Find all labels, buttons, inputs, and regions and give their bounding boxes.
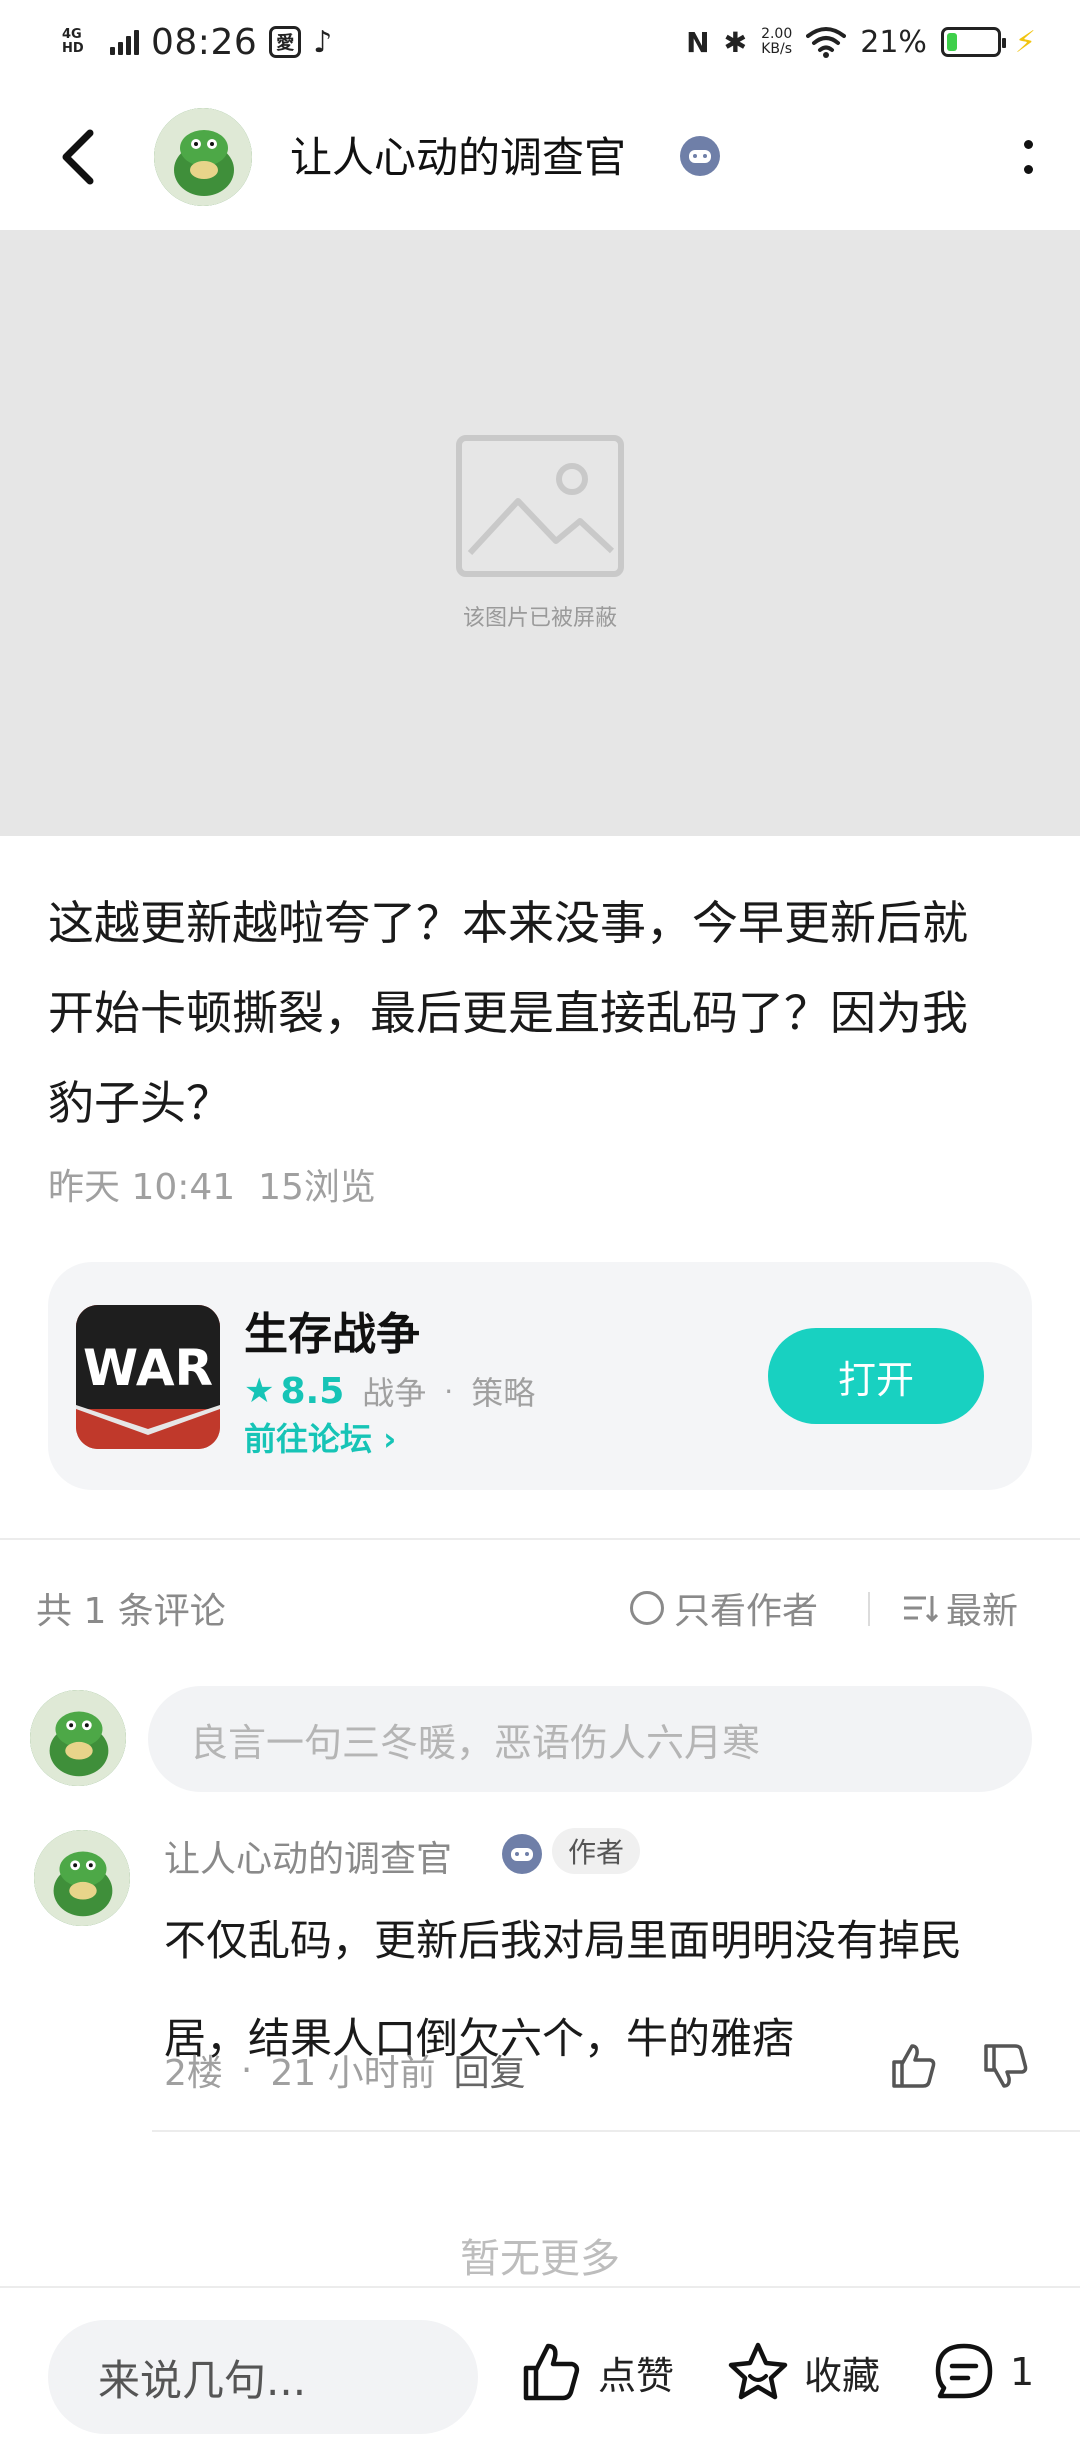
back-arrow-icon [62, 129, 94, 185]
signal-icon [110, 29, 139, 55]
charging-icon: ⚡ [1014, 24, 1036, 60]
page-title: 让人心动的调查官 [290, 133, 627, 182]
commenter-avatar[interactable] [34, 1830, 130, 1926]
chevron-right-icon: › [383, 1420, 397, 1458]
blocked-image[interactable]: 该图片已被屏蔽 [0, 230, 1080, 836]
favorite-button[interactable]: 收藏 [726, 2340, 880, 2404]
comment-bubble-icon [935, 2343, 993, 2399]
app-tag: 策略 [471, 1374, 536, 1412]
network-type: 4G HD [62, 27, 84, 56]
comment-count: 共 1 条评论 [36, 1591, 226, 1632]
comment-count-badge: 1 [1010, 2350, 1035, 2394]
comment-meta: 2楼 · 21 小时前 回复 [164, 2044, 526, 2096]
tag-separator: · [444, 1374, 454, 1408]
network-speed: 2.00 KB/s [761, 26, 793, 57]
app-name: 生存战争 [244, 1309, 420, 1360]
like-label: 点赞 [598, 2353, 675, 2398]
image-placeholder-icon [456, 435, 624, 577]
gamepad-badge-icon [502, 1834, 542, 1874]
forum-link-label: 前往论坛 [244, 1420, 373, 1458]
like-button[interactable]: 点赞 [520, 2340, 674, 2404]
star-icon: ★ [244, 1371, 275, 1411]
wifi-icon [806, 27, 847, 58]
section-divider [0, 1538, 1080, 1540]
comment-floor: 2楼 [164, 2053, 223, 2094]
comment-time: 21 小时前 [270, 2053, 436, 2094]
crocodile-avatar-icon [30, 1690, 126, 1786]
bottom-bar: 来说几句... 点赞 收藏 1 [0, 2286, 1080, 2460]
only-author-toggle[interactable]: 只看作者 [630, 1582, 818, 1634]
no-more-label: 暂无更多 [460, 2236, 620, 2282]
open-app-button[interactable]: 打开 [768, 1328, 984, 1424]
post-time: 昨天 10:41 [48, 1167, 236, 1208]
meta-separator: · [240, 2049, 253, 2091]
thumbs-up-icon [523, 2343, 580, 2401]
sort-toggle[interactable]: 最新 [902, 1582, 1018, 1634]
app-icon[interactable]: WAR [76, 1305, 220, 1449]
app-rating-row: ★ 8.5 战争 · 策略 [244, 1368, 535, 1414]
radio-icon [630, 1591, 664, 1625]
only-author-label: 只看作者 [674, 1591, 819, 1632]
reply-button[interactable]: 回复 [454, 2044, 526, 2096]
my-avatar[interactable] [30, 1690, 126, 1786]
more-options-icon[interactable] [1016, 134, 1040, 180]
bluetooth-icon: ✱ [723, 25, 748, 59]
app-tag: 战争 [362, 1374, 427, 1412]
star-outline-icon [728, 2342, 788, 2400]
tiktok-icon: ♪ [313, 24, 333, 60]
status-bar: 4G HD 08:26 愛 ♪ N ✱ 2.00 KB/s 21% ⚡ [0, 0, 1080, 84]
back-button[interactable] [48, 122, 108, 192]
status-time: 08:26 [151, 21, 258, 63]
sort-icon [904, 1596, 938, 1623]
app-card[interactable]: WAR 生存战争 ★ 8.5 战争 · 策略 前往论坛 › 打开 [48, 1262, 1032, 1490]
post-views: 15浏览 [258, 1167, 376, 1208]
comment-divider [152, 2130, 1080, 2132]
comment-button[interactable]: 1 [932, 2340, 1034, 2404]
gamepad-badge-icon [680, 136, 720, 176]
crocodile-avatar-icon [34, 1830, 130, 1926]
battery-icon [940, 27, 1006, 57]
top-header: 让人心动的调查官 [0, 84, 1080, 230]
thumbs-up-icon[interactable] [888, 2040, 940, 2092]
crocodile-avatar-icon [154, 108, 252, 206]
author-avatar[interactable] [154, 108, 252, 206]
favorite-label: 收藏 [804, 2353, 881, 2398]
bottom-comment-input[interactable]: 来说几句... [48, 2320, 478, 2434]
author-tag: 作者 [552, 1828, 641, 1874]
nfc-icon: N [686, 25, 710, 59]
battery-percent: 21% [860, 24, 927, 60]
thumbs-down-icon[interactable] [980, 2040, 1032, 2092]
svg-text:WAR: WAR [83, 1339, 213, 1397]
forum-link[interactable]: 前往论坛 › [244, 1414, 396, 1460]
comment-input[interactable]: 良言一句三冬暖，恶语伤人六月寒 [148, 1686, 1032, 1792]
post-content: 这越更新越啦夸了？本来没事，今早更新后就开始卡顿撕裂，最后更是直接乱码了？因为我… [48, 896, 968, 1130]
divider [868, 1592, 870, 1626]
post-meta: 昨天 10:41 15浏览 [48, 1158, 376, 1210]
commenter-name[interactable]: 让人心动的调查官 [164, 1830, 452, 1882]
sort-label: 最新 [946, 1591, 1019, 1632]
blocked-image-label: 该图片已被屏蔽 [462, 606, 617, 631]
app-notification-icon: 愛 [269, 26, 302, 58]
app-rating: 8.5 [280, 1370, 345, 1412]
